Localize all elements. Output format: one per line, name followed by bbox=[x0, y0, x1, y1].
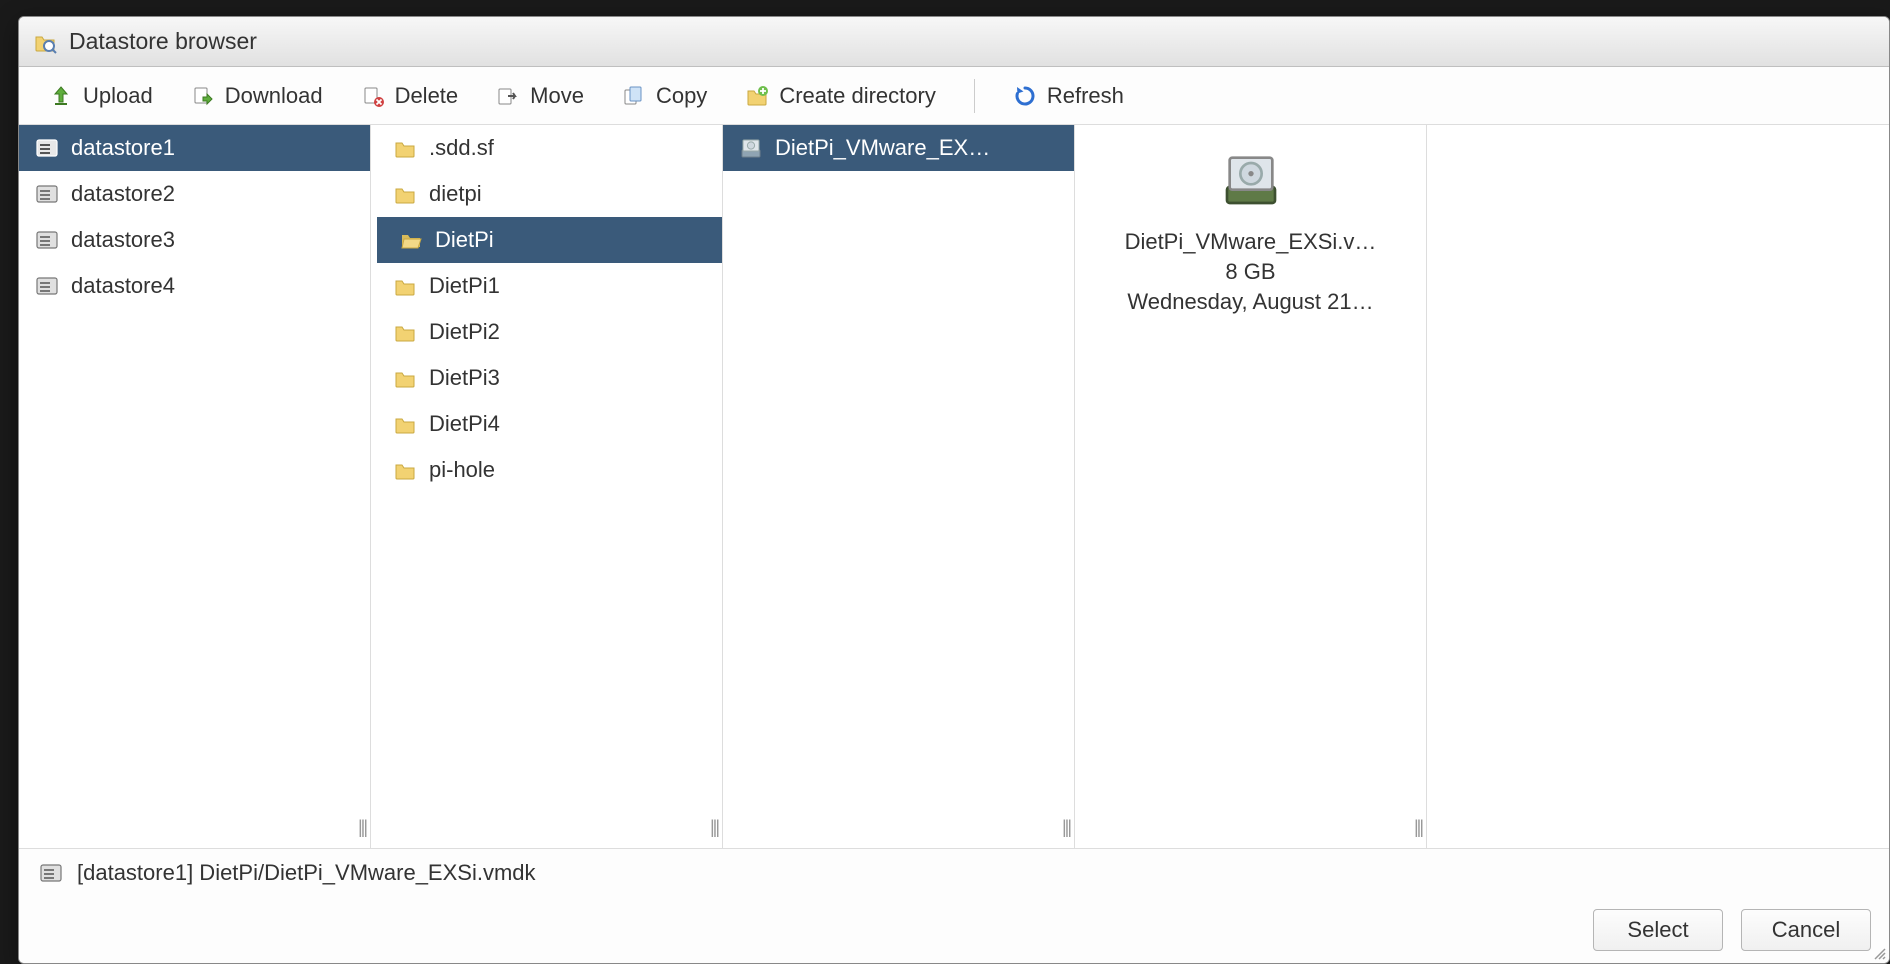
empty-column bbox=[1427, 125, 1889, 848]
datastore-item[interactable]: datastore4 bbox=[19, 263, 370, 309]
folder-item-label: DietPi4 bbox=[429, 411, 500, 437]
folder-item-label: dietpi bbox=[429, 181, 482, 207]
folder-item-icon bbox=[393, 366, 417, 390]
create-directory-label: Create directory bbox=[779, 83, 936, 109]
column-resize-handle[interactable]: ||| bbox=[1414, 817, 1422, 838]
toolbar: Upload Download Delete Move Copy Create … bbox=[19, 67, 1889, 125]
folder-item[interactable]: DietPi bbox=[377, 217, 722, 263]
folder-item[interactable]: pi-hole bbox=[371, 447, 722, 493]
file-date: Wednesday, August 21… bbox=[1087, 289, 1414, 315]
download-button[interactable]: Download bbox=[185, 79, 329, 113]
refresh-label: Refresh bbox=[1047, 83, 1124, 109]
window-title: Datastore browser bbox=[69, 28, 257, 55]
folder-item-icon bbox=[393, 182, 417, 206]
create-directory-icon bbox=[745, 84, 769, 108]
column-resize-handle[interactable]: ||| bbox=[358, 817, 366, 838]
column-resize-handle[interactable]: ||| bbox=[1062, 817, 1070, 838]
folder-item[interactable]: DietPi4 bbox=[371, 401, 722, 447]
datastore-item[interactable]: datastore1 bbox=[19, 125, 370, 171]
folder-column: .sdd.sf dietpi DietPi DietPi1 DietPi2 DietPi3… bbox=[371, 125, 723, 848]
selected-path: [datastore1] DietPi/DietPi_VMware_EXSi.v… bbox=[77, 860, 536, 886]
dialog-button-bar: Select Cancel bbox=[19, 897, 1889, 963]
move-icon bbox=[496, 84, 520, 108]
file-detail-panel: DietPi_VMware_EXSi.v… 8 GB Wednesday, Au… bbox=[1075, 125, 1426, 333]
folder-item[interactable]: DietPi3 bbox=[371, 355, 722, 401]
download-icon bbox=[191, 84, 215, 108]
folder-item-icon bbox=[393, 274, 417, 298]
refresh-button[interactable]: Refresh bbox=[1007, 79, 1130, 113]
column-browser: datastore1 datastore2 datastore3 datastore4… bbox=[19, 125, 1889, 849]
folder-item-label: .sdd.sf bbox=[429, 135, 494, 161]
select-button[interactable]: Select bbox=[1593, 909, 1723, 951]
folder-item-icon bbox=[393, 412, 417, 436]
resize-grip[interactable] bbox=[1873, 947, 1887, 961]
create-directory-button[interactable]: Create directory bbox=[739, 79, 942, 113]
move-label: Move bbox=[530, 83, 584, 109]
datastore-icon bbox=[39, 861, 63, 885]
datastore-item-icon bbox=[35, 182, 59, 206]
datastore-item-label: datastore3 bbox=[71, 227, 175, 253]
delete-button[interactable]: Delete bbox=[355, 79, 465, 113]
column-resize-handle[interactable]: ||| bbox=[710, 817, 718, 838]
copy-label: Copy bbox=[656, 83, 707, 109]
path-bar: [datastore1] DietPi/DietPi_VMware_EXSi.v… bbox=[19, 849, 1889, 897]
upload-button[interactable]: Upload bbox=[43, 79, 159, 113]
datastore-item-icon bbox=[35, 228, 59, 252]
move-button[interactable]: Move bbox=[490, 79, 590, 113]
folder-item-label: DietPi2 bbox=[429, 319, 500, 345]
folder-item-icon bbox=[393, 320, 417, 344]
datastore-item-label: datastore4 bbox=[71, 273, 175, 299]
folder-item[interactable]: .sdd.sf bbox=[371, 125, 722, 171]
copy-button[interactable]: Copy bbox=[616, 79, 713, 113]
file-item[interactable]: DietPi_VMware_EX… bbox=[723, 125, 1074, 171]
file-item-label: DietPi_VMware_EX… bbox=[775, 135, 990, 161]
datastore-item-label: datastore2 bbox=[71, 181, 175, 207]
folder-item-label: DietPi1 bbox=[429, 273, 500, 299]
folder-item-label: DietPi bbox=[435, 227, 494, 253]
folder-item-icon bbox=[393, 136, 417, 160]
folder-item[interactable]: DietPi1 bbox=[371, 263, 722, 309]
refresh-icon bbox=[1013, 84, 1037, 108]
folder-item[interactable]: DietPi2 bbox=[371, 309, 722, 355]
delete-label: Delete bbox=[395, 83, 459, 109]
file-size: 8 GB bbox=[1087, 259, 1414, 285]
cancel-button[interactable]: Cancel bbox=[1741, 909, 1871, 951]
datastore-item-icon bbox=[35, 136, 59, 160]
datastore-browser-icon bbox=[33, 30, 57, 54]
folder-item-icon bbox=[399, 228, 423, 252]
datastore-column: datastore1 datastore2 datastore3 datastore4… bbox=[19, 125, 371, 848]
datastore-browser-dialog: Datastore browser Upload Download Delete… bbox=[18, 16, 1890, 964]
folder-item-label: DietPi3 bbox=[429, 365, 500, 391]
upload-label: Upload bbox=[83, 83, 153, 109]
datastore-item-icon bbox=[35, 274, 59, 298]
copy-icon bbox=[622, 84, 646, 108]
detail-column: DietPi_VMware_EXSi.v… 8 GB Wednesday, Au… bbox=[1075, 125, 1427, 848]
file-column: DietPi_VMware_EX… ||| bbox=[723, 125, 1075, 848]
toolbar-separator bbox=[974, 79, 975, 113]
upload-icon bbox=[49, 84, 73, 108]
datastore-item[interactable]: datastore3 bbox=[19, 217, 370, 263]
titlebar: Datastore browser bbox=[19, 17, 1889, 67]
file-item-icon bbox=[739, 136, 763, 160]
folder-item-icon bbox=[393, 458, 417, 482]
datastore-item[interactable]: datastore2 bbox=[19, 171, 370, 217]
datastore-item-label: datastore1 bbox=[71, 135, 175, 161]
file-name: DietPi_VMware_EXSi.v… bbox=[1087, 229, 1414, 255]
folder-item[interactable]: dietpi bbox=[371, 171, 722, 217]
disk-icon bbox=[1219, 147, 1283, 211]
delete-icon bbox=[361, 84, 385, 108]
download-label: Download bbox=[225, 83, 323, 109]
folder-item-label: pi-hole bbox=[429, 457, 495, 483]
